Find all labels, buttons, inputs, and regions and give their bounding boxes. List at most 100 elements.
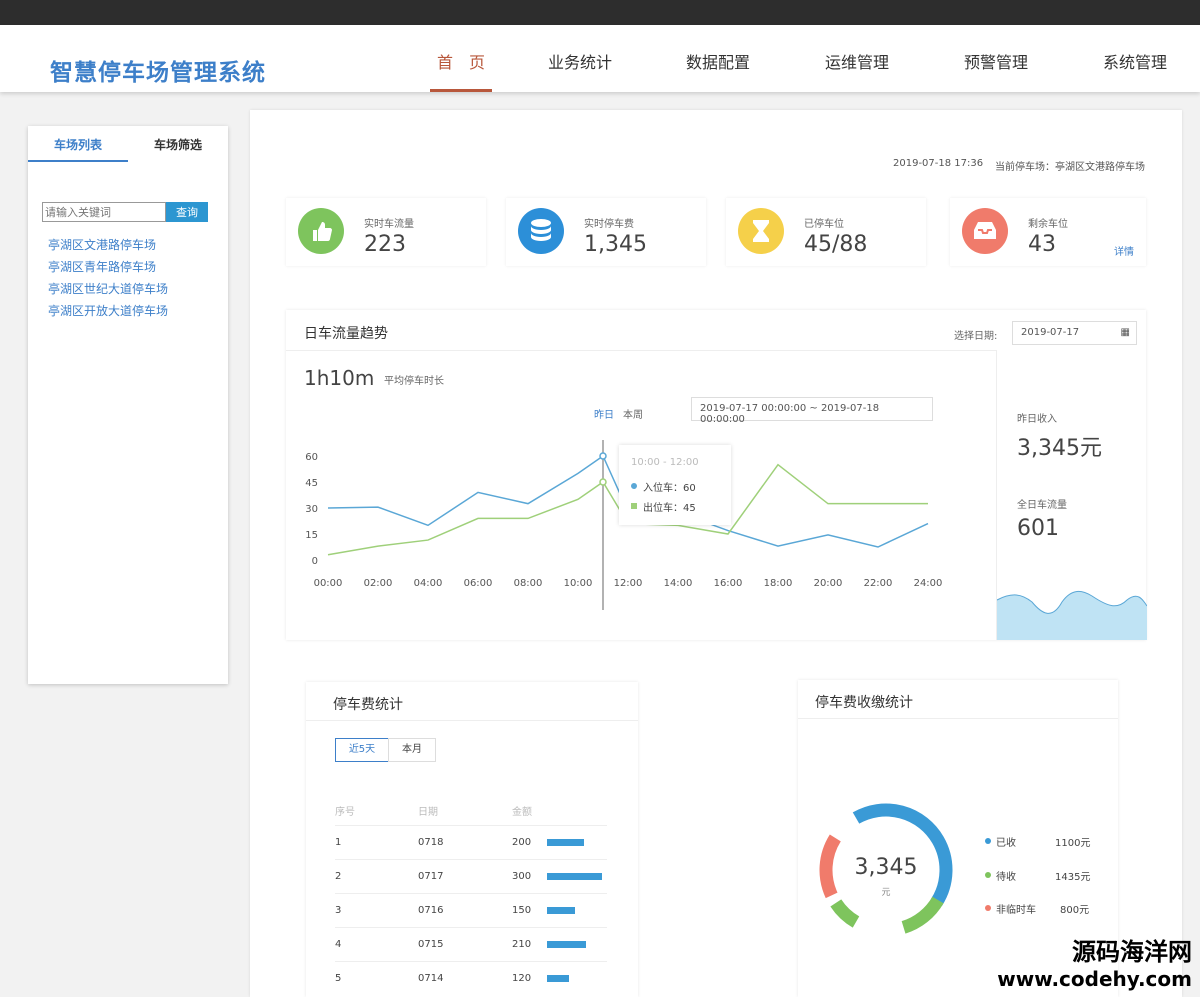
nav-home[interactable]: 首 页	[430, 49, 492, 92]
amount-bar	[547, 975, 569, 982]
date-value: 2019-07-17	[1021, 327, 1080, 338]
thumbs-up-icon	[298, 208, 344, 254]
legend-dot	[985, 905, 991, 911]
divider	[286, 350, 996, 351]
row-amount: 210	[512, 939, 532, 950]
fee-panel: 停车费统计 近5天 本月 序号 日期 金额 1 0718 200 2 0717 …	[306, 682, 638, 997]
legend-dot	[985, 838, 991, 844]
donut-unit: 元	[881, 888, 891, 898]
calendar-icon: ▦	[1120, 327, 1130, 338]
x-tick-label: 16:00	[714, 578, 743, 589]
tooltip-title: 10:00 - 12:00	[631, 457, 699, 468]
hover-point	[599, 478, 607, 486]
tooltip-out: 出位车：45	[643, 503, 696, 514]
stat-label: 剩余车位	[1028, 219, 1068, 230]
header-date: 日期	[418, 807, 438, 818]
tab-lot-list[interactable]: 车场列表	[28, 136, 128, 162]
y-tick-label: 0	[312, 556, 318, 567]
toggle-yesterday[interactable]: 昨日	[594, 406, 614, 421]
current-lot: 当前停车场：亭湖区文港路停车场	[995, 162, 1145, 173]
amount-bar	[547, 907, 575, 914]
x-tick-label: 10:00	[564, 578, 593, 589]
tab-month[interactable]: 本月	[388, 738, 436, 762]
amount-bar	[547, 839, 584, 846]
toggle-week[interactable]: 本周	[623, 406, 643, 421]
stat-label: 实时车流量	[364, 219, 414, 230]
avg-label: 平均停车时长	[384, 376, 444, 387]
legend-name: 非临时车	[996, 905, 1036, 916]
x-tick-label: 22:00	[864, 578, 893, 589]
x-tick-label: 20:00	[814, 578, 843, 589]
row-amount: 120	[512, 973, 532, 984]
tab-lot-filter[interactable]: 车场筛选	[128, 136, 228, 162]
row-idx: 2	[335, 871, 342, 882]
detail-link[interactable]: 详情	[1114, 243, 1134, 258]
header-idx: 序号	[335, 807, 355, 818]
stat-value: 1,345	[584, 232, 647, 257]
table-row: 5 0714 120	[335, 962, 607, 996]
nav-alerts[interactable]: 预警管理	[964, 49, 1028, 92]
lot-item[interactable]: 亭湖区青年路停车场	[48, 258, 156, 275]
range-picker[interactable]: 2019-07-17 00:00:00 ~ 2019-07-18 00:00:0…	[691, 397, 933, 425]
stat-card-traffic: 实时车流量 223	[286, 198, 486, 266]
divider	[306, 720, 638, 721]
table-row: 3 0716 150	[335, 894, 607, 928]
main-content: 2019-07-18 17:36 当前停车场：亭湖区文港路停车场 实时车流量 2…	[250, 110, 1182, 997]
hourglass-icon	[738, 208, 784, 254]
fee-title: 停车费统计	[333, 697, 403, 713]
flow-value: 601	[1017, 516, 1059, 541]
lot-item[interactable]: 亭湖区文港路停车场	[48, 236, 156, 253]
tooltip-in: 入位车：60	[643, 483, 696, 494]
legend-dot	[631, 503, 637, 509]
nav-system[interactable]: 系统管理	[1103, 49, 1167, 92]
date-label: 选择日期:	[954, 331, 998, 342]
divider	[798, 718, 1118, 719]
table-row: 1 0718 200	[335, 826, 607, 860]
search-input[interactable]	[42, 202, 166, 222]
search-button[interactable]: 查询	[166, 202, 208, 222]
income-value: 3,345元	[1017, 436, 1102, 461]
stat-card-fee: 实时停车费 1,345	[506, 198, 706, 266]
lot-item[interactable]: 亭湖区开放大道停车场	[48, 302, 168, 319]
y-tick-label: 60	[305, 452, 318, 463]
watermark: 源码海洋网 www.codehy.com	[997, 932, 1192, 991]
legend-dot	[985, 872, 991, 878]
tab-5days[interactable]: 近5天	[335, 738, 389, 762]
inbox-icon	[962, 208, 1008, 254]
stat-value: 223	[364, 232, 406, 257]
donut-total: 3,345	[854, 855, 918, 880]
lot-item[interactable]: 亭湖区世纪大道停车场	[48, 280, 168, 297]
sparkline-area	[997, 591, 1147, 640]
trend-panel: 日车流量趋势 选择日期: 2019-07-17 ▦ 1h10m 平均停车时长 昨…	[286, 310, 1147, 640]
x-tick-label: 08:00	[514, 578, 543, 589]
row-date: 0718	[418, 837, 444, 848]
legend-amount: 1100元	[1055, 838, 1091, 849]
x-tick-label: 00:00	[314, 578, 343, 589]
database-icon	[518, 208, 564, 254]
nav-data-config[interactable]: 数据配置	[686, 49, 750, 92]
row-date: 0714	[418, 973, 444, 984]
stat-value: 43	[1028, 232, 1056, 257]
x-tick-label: 18:00	[764, 578, 793, 589]
date-picker[interactable]: 2019-07-17 ▦	[1012, 321, 1137, 345]
watermark-title: 源码海洋网	[1072, 938, 1192, 966]
nav-ops[interactable]: 运维管理	[825, 49, 889, 92]
avg-value: 1h10m	[304, 366, 375, 390]
legend-amount: 1435元	[1055, 872, 1091, 883]
x-tick-label: 06:00	[464, 578, 493, 589]
y-tick-label: 30	[305, 504, 318, 515]
stat-label: 实时停车费	[584, 219, 634, 230]
y-tick-label: 45	[305, 478, 318, 489]
table-row: 2 0717 300	[335, 860, 607, 894]
sidebar: 车场列表 车场筛选 查询 亭湖区文港路停车场 亭湖区青年路停车场 亭湖区世纪大道…	[28, 126, 228, 684]
nav-business-stats[interactable]: 业务统计	[548, 49, 612, 92]
row-date: 0715	[418, 939, 444, 950]
stat-label: 已停车位	[804, 219, 844, 230]
hover-point	[599, 452, 607, 460]
header-amount: 金额	[512, 807, 532, 818]
fee-table: 序号 日期 金额 1 0718 200 2 0717 300 3 0716 15…	[335, 792, 607, 992]
stat-value: 45/88	[804, 232, 868, 257]
collection-title: 停车费收缴统计	[815, 695, 913, 711]
row-date: 0717	[418, 871, 444, 882]
app-logo: 智慧停车场管理系统	[50, 60, 266, 86]
